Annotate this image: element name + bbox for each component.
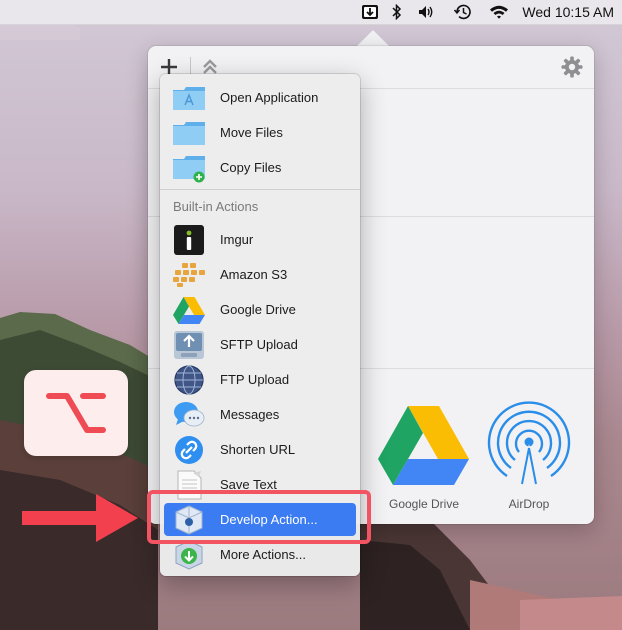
menu-item-messages[interactable]: Messages xyxy=(164,398,356,431)
menu-item-sftp-upload[interactable]: SFTP Upload xyxy=(164,328,356,361)
menu-item-label: Move Files xyxy=(220,125,283,140)
ftp-globe-icon xyxy=(172,364,206,395)
menu-item-shorten-url[interactable]: Shorten URL xyxy=(164,433,356,466)
share-target-label: AirDrop xyxy=(508,497,550,511)
gear-icon[interactable] xyxy=(558,53,586,81)
volume-icon[interactable] xyxy=(416,3,438,21)
wifi-icon[interactable] xyxy=(488,3,510,21)
menu-section-header: Built-in Actions xyxy=(173,199,259,214)
menu-item-imgur[interactable]: Imgur xyxy=(164,223,356,256)
option-key-icon xyxy=(46,393,106,433)
option-key-badge xyxy=(24,370,128,456)
menu-item-label: Shorten URL xyxy=(220,442,296,457)
menu-item-label: Open Application xyxy=(220,90,319,105)
sftp-icon xyxy=(172,330,206,360)
menu-item-amazon-s3[interactable]: Amazon S3 xyxy=(164,258,356,291)
menu-item-label: Amazon S3 xyxy=(220,267,288,282)
link-icon xyxy=(172,435,206,465)
imgur-icon xyxy=(172,224,206,255)
annotation-highlight-box xyxy=(147,490,371,544)
menu-separator xyxy=(160,189,360,190)
menu-item-label: Messages xyxy=(220,407,280,422)
dropzone-icon[interactable] xyxy=(360,3,380,21)
folder-icon xyxy=(172,118,206,148)
popover-arrow xyxy=(356,30,390,47)
menu-item-open-application[interactable]: Open Application xyxy=(164,81,356,114)
menu-item-label: Copy Files xyxy=(220,160,282,175)
airdrop-icon xyxy=(487,401,571,486)
folder-copy-icon xyxy=(172,153,206,183)
menu-item-ftp-upload[interactable]: FTP Upload xyxy=(164,363,356,396)
bluetooth-icon[interactable] xyxy=(389,3,405,21)
menu-item-label: More Actions... xyxy=(220,547,306,562)
menu-item-google-drive[interactable]: Google Drive xyxy=(164,293,356,326)
google-drive-icon xyxy=(172,295,206,325)
menu-bar-clock[interactable]: Wed 10:15 AM xyxy=(522,3,614,21)
share-target-google-drive[interactable]: Google Drive xyxy=(374,402,474,511)
menu-item-move-files[interactable]: Move Files xyxy=(164,116,356,149)
menu-item-label: Imgur xyxy=(220,232,254,247)
menu-item-label: SFTP Upload xyxy=(220,337,298,352)
share-target-label: Google Drive xyxy=(388,497,460,511)
google-drive-icon xyxy=(378,406,469,485)
share-target-airdrop[interactable]: AirDrop xyxy=(479,400,579,511)
menu-item-copy-files[interactable]: Copy Files xyxy=(164,151,356,184)
menu-item-label: Google Drive xyxy=(220,302,296,317)
menu-bar: Wed 10:15 AM xyxy=(0,0,622,25)
menu-item-label: FTP Upload xyxy=(220,372,290,387)
more-actions-icon xyxy=(172,539,206,570)
time-machine-icon[interactable] xyxy=(452,3,474,21)
amazon-s3-icon xyxy=(172,260,206,290)
app-folder-icon xyxy=(172,83,206,113)
messages-icon xyxy=(172,400,206,430)
annotation-arrow-icon xyxy=(22,494,138,542)
